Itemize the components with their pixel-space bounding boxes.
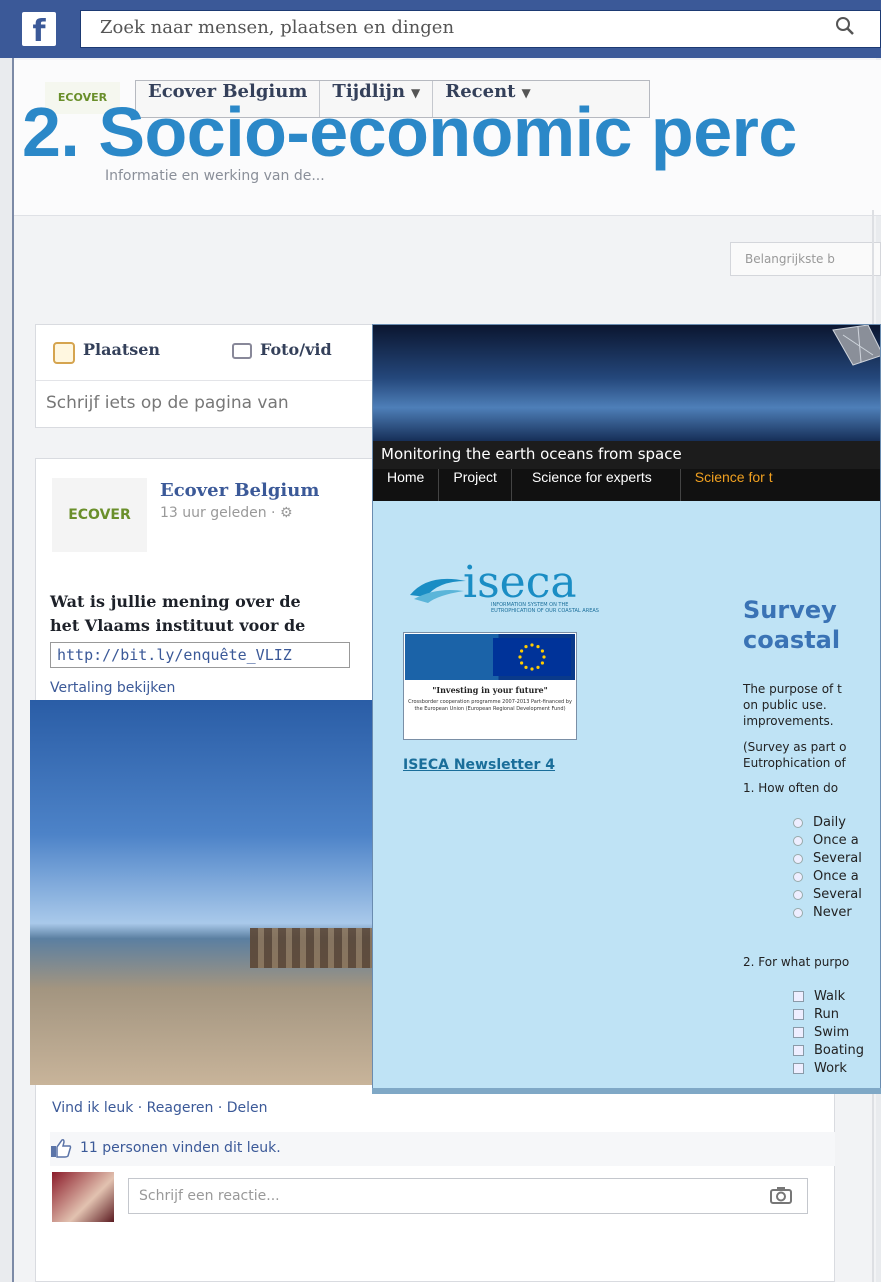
question-2: 2. For what purpo — [743, 955, 850, 969]
option-label: Never — [813, 905, 852, 920]
slide-title: 2. Socio-economic perc — [22, 93, 797, 171]
option-label: Several — [813, 887, 862, 902]
iseca-logo-text: iseca — [463, 557, 577, 608]
tab-label: Foto/vid — [260, 340, 332, 359]
q1-option[interactable]: Never — [793, 905, 852, 920]
post-avatar[interactable]: ECOVER — [52, 478, 147, 552]
iseca-tab-home[interactable]: Home — [373, 469, 440, 501]
question-1: 1. How often do — [743, 781, 839, 795]
satellite-icon — [832, 325, 880, 366]
radio-button[interactable] — [793, 817, 803, 828]
option-label: Daily — [813, 815, 846, 830]
eu-flag-icon — [493, 638, 571, 676]
q2-option[interactable]: Swim — [793, 1025, 849, 1040]
q1-option[interactable]: Several — [793, 887, 862, 902]
survey-title-line: Survey — [743, 596, 837, 624]
camera-icon — [232, 342, 252, 359]
checkbox[interactable] — [793, 1045, 804, 1056]
tab-post[interactable]: Plaatsen — [55, 340, 160, 359]
post-text: Wat is jullie mening over de het Vlaams … — [50, 590, 380, 638]
iseca-nav: Home Project Science for experts Science… — [373, 469, 880, 501]
option-label: Work — [814, 1061, 847, 1076]
funding-slogan: "Investing in your future" — [432, 685, 548, 695]
text-line: Eutrophication of — [743, 756, 846, 770]
tab-label: Plaatsen — [83, 340, 161, 359]
q2-option[interactable]: Walk — [793, 989, 845, 1004]
survey-purpose-text: The purpose of t on public use. improvem… — [743, 681, 880, 729]
q1-option[interactable]: Once a — [793, 833, 859, 848]
translate-link[interactable]: Vertaling bekijken — [50, 680, 175, 696]
iseca-tab-science-experts[interactable]: Science for experts — [512, 469, 681, 501]
commenter-avatar — [52, 1172, 114, 1222]
q2-option[interactable]: Boating — [793, 1043, 864, 1058]
newsletter-link[interactable]: ISECA Newsletter 4 — [403, 757, 555, 773]
radio-button[interactable] — [793, 835, 803, 846]
post-link[interactable]: http://bit.ly/enquête_VLIZ — [50, 642, 350, 668]
option-label: Run — [814, 1007, 839, 1022]
thumbs-up-icon[interactable] — [50, 1138, 72, 1158]
text-line: on public use. — [743, 698, 827, 712]
tab-photo-video[interactable]: Foto/vid — [232, 340, 332, 359]
checkbox[interactable] — [793, 1027, 804, 1038]
post-text-line: Wat is jullie mening over de — [50, 592, 301, 611]
checkbox[interactable] — [793, 1063, 804, 1074]
option-label: Swim — [814, 1025, 850, 1040]
tab-label: Project — [453, 469, 497, 485]
option-label: Once a — [813, 869, 859, 884]
sort-button[interactable]: Belangrijkste b — [730, 242, 881, 276]
comment-input[interactable]: Schrijf een reactie... — [128, 1178, 808, 1214]
iseca-tab-science-public[interactable]: Science for t — [681, 469, 787, 501]
option-label: Several — [813, 851, 862, 866]
q1-option[interactable]: Daily — [793, 815, 846, 830]
radio-button[interactable] — [793, 871, 803, 882]
post-actions[interactable]: Vind ik leuk · Reageren · Delen — [52, 1100, 268, 1116]
radio-button[interactable] — [793, 889, 803, 900]
radio-button[interactable] — [793, 853, 803, 864]
option-label: Once a — [813, 833, 859, 848]
checkbox[interactable] — [793, 1009, 804, 1020]
q2-option[interactable]: Work — [793, 1061, 847, 1076]
text-line: (Survey as part o — [743, 740, 847, 754]
post-timestamp[interactable]: 13 uur geleden · ⚙ — [160, 505, 293, 521]
iseca-window-edge — [372, 1088, 881, 1094]
iseca-earth-banner — [373, 325, 880, 443]
checkbox[interactable] — [793, 991, 804, 1002]
tab-label: Science for experts — [531, 469, 652, 485]
q1-option[interactable]: Several — [793, 851, 862, 866]
option-label: Boating — [814, 1043, 865, 1058]
radio-button[interactable] — [793, 907, 803, 918]
q2-option[interactable]: Run — [793, 1007, 839, 1022]
q1-option[interactable]: Once a — [793, 869, 859, 884]
iseca-logo-icon — [410, 578, 466, 603]
facebook-logo[interactable]: f — [22, 12, 56, 49]
likes-count[interactable]: 11 personen vinden dit leuk. — [80, 1140, 281, 1156]
iseca-tagline: Monitoring the earth oceans from space — [381, 445, 682, 463]
camera-icon[interactable] — [770, 1186, 792, 1204]
option-label: Walk — [814, 989, 846, 1004]
funding-details: Crossborder cooperation programme 2007-2… — [408, 699, 572, 712]
search-placeholder: Zoek naar mensen, plaatsen en dingen — [100, 17, 455, 38]
tab-label: Home — [387, 469, 425, 485]
iseca-logo-subtitle: INFORMATION SYSTEM ON THE EUTROPHICATION… — [491, 602, 599, 614]
post-text-line: het Vlaams instituut voor de — [50, 616, 306, 635]
survey-title: Survey coastal — [743, 595, 840, 655]
survey-note-text: (Survey as part o Eutrophication of — [743, 739, 880, 771]
iseca-tab-project[interactable]: Project — [439, 469, 512, 501]
tab-label: Science for t — [694, 469, 773, 485]
iseca-website-window: Monitoring the earth oceans from space H… — [372, 324, 881, 1094]
text-line: The purpose of t — [743, 682, 842, 696]
text-line: improvements. — [743, 714, 834, 728]
post-author[interactable]: Ecover Belgium — [160, 480, 319, 501]
search-icon[interactable] — [835, 16, 855, 36]
survey-title-line: coastal — [743, 626, 841, 654]
